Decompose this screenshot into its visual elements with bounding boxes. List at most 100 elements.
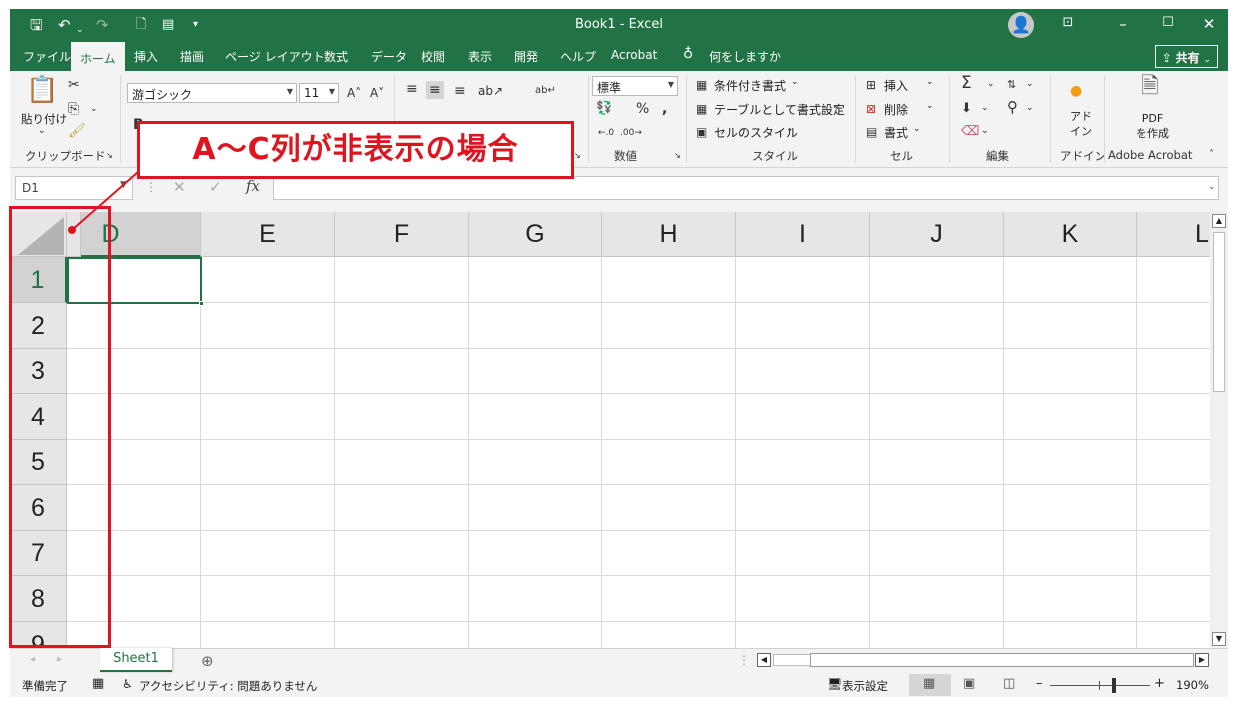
fill-icon[interactable]: ⬇ [961,101,972,117]
tab-acrobat[interactable]: Acrobat [611,48,657,62]
addins-icon[interactable]: ● [1070,83,1082,99]
maximize-icon[interactable]: ☐ [1153,15,1183,30]
enter-icon[interactable]: ✓ [209,178,222,196]
macro-record-icon[interactable]: ▦ [92,676,104,691]
sort-filter-icon[interactable]: ⇅ [1007,77,1016,93]
formula-input[interactable] [273,176,1219,200]
account-avatar[interactable]: 👤 [1008,12,1034,38]
percent-icon[interactable]: % [636,101,649,117]
insert-function-icon[interactable]: fx [246,177,260,195]
tab-insert[interactable]: 挿入 [134,48,158,65]
new-sheet-icon[interactable]: ⊕ [201,652,214,670]
wrap-text-icon[interactable]: ab↵ [535,83,556,99]
zoom-slider-thumb[interactable] [1112,678,1116,693]
number-format-select[interactable]: 標準 ▼ [592,76,678,96]
tab-help[interactable]: ヘルプ [560,48,596,65]
decrease-font-icon[interactable]: A˅ [370,85,384,101]
copy-icon[interactable]: ⎘ [68,101,79,117]
hscroll-right-icon[interactable]: ▶ [1195,653,1209,667]
lightbulb-icon: ♁ [683,46,694,62]
column-header-f[interactable]: F [335,212,469,257]
vertical-scrollbar[interactable]: ▲ ▼ [1210,212,1228,648]
tab-developer[interactable]: 開発 [514,48,538,65]
hscroll-left-icon[interactable]: ◀ [757,653,771,667]
tab-review[interactable]: 校閲 [421,48,445,65]
column-header-h[interactable]: H [602,212,736,257]
column-header-k[interactable]: K [1004,212,1137,257]
fill-handle[interactable] [199,301,204,306]
ribbon-display-options-icon[interactable]: ⊡ [1053,15,1083,30]
scroll-down-icon[interactable]: ▼ [1212,632,1226,646]
tell-me-search[interactable]: 何をしますか [709,48,781,65]
zoom-out-icon[interactable]: – [1036,676,1043,691]
create-pdf-button[interactable]: PDF を作成 [1136,111,1169,141]
close-icon[interactable]: ✕ [1194,15,1224,33]
column-header-e[interactable]: E [201,212,335,257]
splitter-icon[interactable]: ⋮ [738,653,750,667]
zoom-in-icon[interactable]: + [1154,676,1165,691]
collapse-ribbon-icon[interactable]: ˄ [1209,149,1214,160]
zoom-slider-track[interactable] [1050,685,1150,686]
tab-home[interactable]: ホーム [71,42,125,71]
increase-decimal-icon[interactable]: ←.0 [598,125,614,141]
align-bottom-icon[interactable]: ≡ [454,83,466,99]
create-pdf-icon[interactable]: 🗎 [1141,76,1159,98]
column-header-g[interactable]: G [469,212,602,257]
minimize-icon[interactable]: – [1108,15,1138,33]
format-cells-button[interactable]: 書式 [884,124,908,141]
font-name-select[interactable]: 游ゴシック ▼ [127,83,297,103]
alignment-launcher-icon[interactable]: ↘ [574,151,581,160]
tab-draw[interactable]: 描画 [180,48,204,65]
sheet-tab-sheet1[interactable]: Sheet1 [100,648,172,672]
format-as-table-button[interactable]: テーブルとして書式設定 [714,101,845,118]
display-settings-button[interactable]: 表示設定 [842,678,888,694]
comma-style-icon[interactable]: , [662,101,667,117]
scroll-sheets-right-icon[interactable]: ▸ [57,654,62,665]
worksheet-grid[interactable]: D E F G H I J K L 1 2 3 4 5 6 7 8 9 [10,212,1210,648]
number-launcher-icon[interactable]: ↘ [674,151,681,160]
zoom-level[interactable]: 190% [1176,678,1209,692]
conditional-format-button[interactable]: 条件付き書式 [714,77,786,94]
chevron-down-icon: ⌄ [786,124,794,134]
scroll-thumb[interactable] [1213,232,1225,392]
page-break-view-icon[interactable]: ◫ [1003,676,1015,691]
tab-formulas[interactable]: 数式 [324,48,348,65]
cancel-icon[interactable]: ✕ [173,178,186,196]
insert-cells-button[interactable]: 挿入 [884,77,908,94]
tab-view[interactable]: 表示 [468,48,492,65]
format-painter-icon[interactable]: 🖌 [68,123,86,139]
align-middle-icon[interactable]: ≡ [426,81,444,99]
delete-cells-button[interactable]: 削除 [884,101,908,118]
copy-dropdown-icon[interactable]: ⌄ [90,101,98,117]
scroll-up-icon[interactable]: ▲ [1212,214,1226,228]
accessibility-status[interactable]: アクセシビリティ: 問題ありません [139,678,317,694]
paste-icon[interactable]: 📋 [26,75,58,105]
column-header-j[interactable]: J [870,212,1004,257]
find-icon[interactable]: ⚲ [1007,99,1018,115]
font-size-select[interactable]: 11 ▼ [299,83,339,103]
decrease-decimal-icon[interactable]: .00→ [620,125,642,141]
orientation-icon[interactable]: ab↗ [478,83,503,99]
paste-label[interactable]: 貼り付け [21,111,67,127]
hscroll-track[interactable] [810,653,1194,667]
tab-page-layout[interactable]: ページ レイアウト [225,48,325,65]
addins-button[interactable]: アド イン [1070,109,1092,139]
share-button[interactable]: ⇪ 共有 ⌄ [1154,45,1218,68]
paste-dropdown-icon[interactable]: ⌄ [38,126,46,136]
tab-file[interactable]: ファイル [23,48,71,65]
accounting-format-icon[interactable]: 💱 [596,101,612,117]
expand-formula-bar-icon[interactable]: ⌄ [1208,182,1216,192]
increase-font-icon[interactable]: A˄ [347,85,361,101]
tab-data[interactable]: データ [371,48,407,65]
clipboard-launcher-icon[interactable]: ↘ [106,151,113,160]
scroll-sheets-left-icon[interactable]: ◂ [30,654,35,665]
normal-view-icon[interactable]: ▦ [923,676,935,691]
hscroll-thumb[interactable] [773,654,813,666]
page-layout-view-icon[interactable]: ▣ [963,676,975,691]
cut-icon[interactable]: ✂ [68,77,80,93]
autosum-icon[interactable]: Σ [961,75,972,92]
column-header-l[interactable]: L [1137,212,1210,257]
column-header-i[interactable]: I [736,212,870,257]
align-top-icon[interactable]: ≡ [406,81,418,97]
clear-icon[interactable]: ⌫ [961,124,979,140]
